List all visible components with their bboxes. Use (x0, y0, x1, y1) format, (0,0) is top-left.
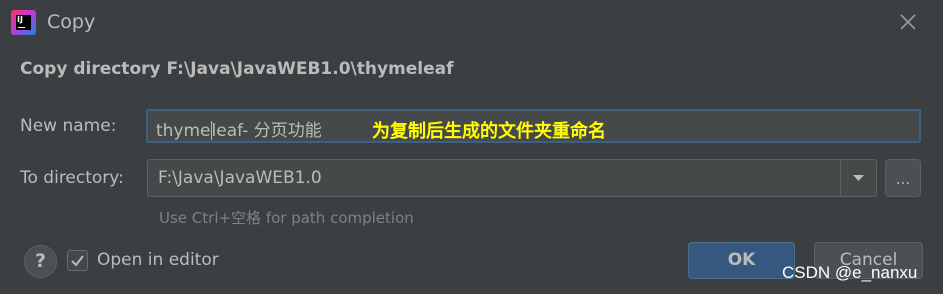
app-icon-letters: IJ (16, 15, 31, 30)
checkmark-icon (71, 255, 84, 267)
copy-dialog: IJ Copy Copy directory F:\Java\JavaWEB1.… (0, 0, 943, 294)
to-directory-dropdown-button[interactable] (841, 160, 876, 196)
csdn-watermark: CSDN @e_nanxu (782, 263, 918, 282)
copy-directory-header: Copy directory F:\Java\JavaWEB1.0\thymel… (20, 59, 454, 79)
to-directory-combobox[interactable]: F:\Java\JavaWEB1.0 (147, 159, 877, 197)
new-name-value-after-caret: leaf- 分页功能 (211, 121, 322, 141)
rename-annotation: 为复制后生成的文件夹重命名 (372, 121, 606, 142)
open-in-editor-checkbox[interactable] (67, 250, 88, 271)
intellij-idea-icon: IJ (11, 10, 36, 35)
to-directory-label: To directory: (20, 168, 124, 188)
close-button[interactable] (896, 10, 920, 34)
dialog-title: Copy (47, 11, 96, 33)
path-completion-hint: Use Ctrl+空格 for path completion (159, 209, 414, 227)
chevron-down-icon (853, 175, 864, 181)
close-icon (900, 14, 916, 30)
open-in-editor-label[interactable]: Open in editor (97, 250, 219, 270)
ok-button[interactable]: OK (688, 242, 795, 279)
new-name-value: thymeleaf- 分页功能 (156, 116, 322, 141)
browse-button[interactable]: ... (885, 159, 921, 197)
new-name-value-before-caret: thyme (156, 121, 211, 141)
new-name-label: New name: (20, 116, 117, 136)
to-directory-value: F:\Java\JavaWEB1.0 (158, 168, 322, 188)
help-button[interactable]: ? (24, 245, 57, 278)
